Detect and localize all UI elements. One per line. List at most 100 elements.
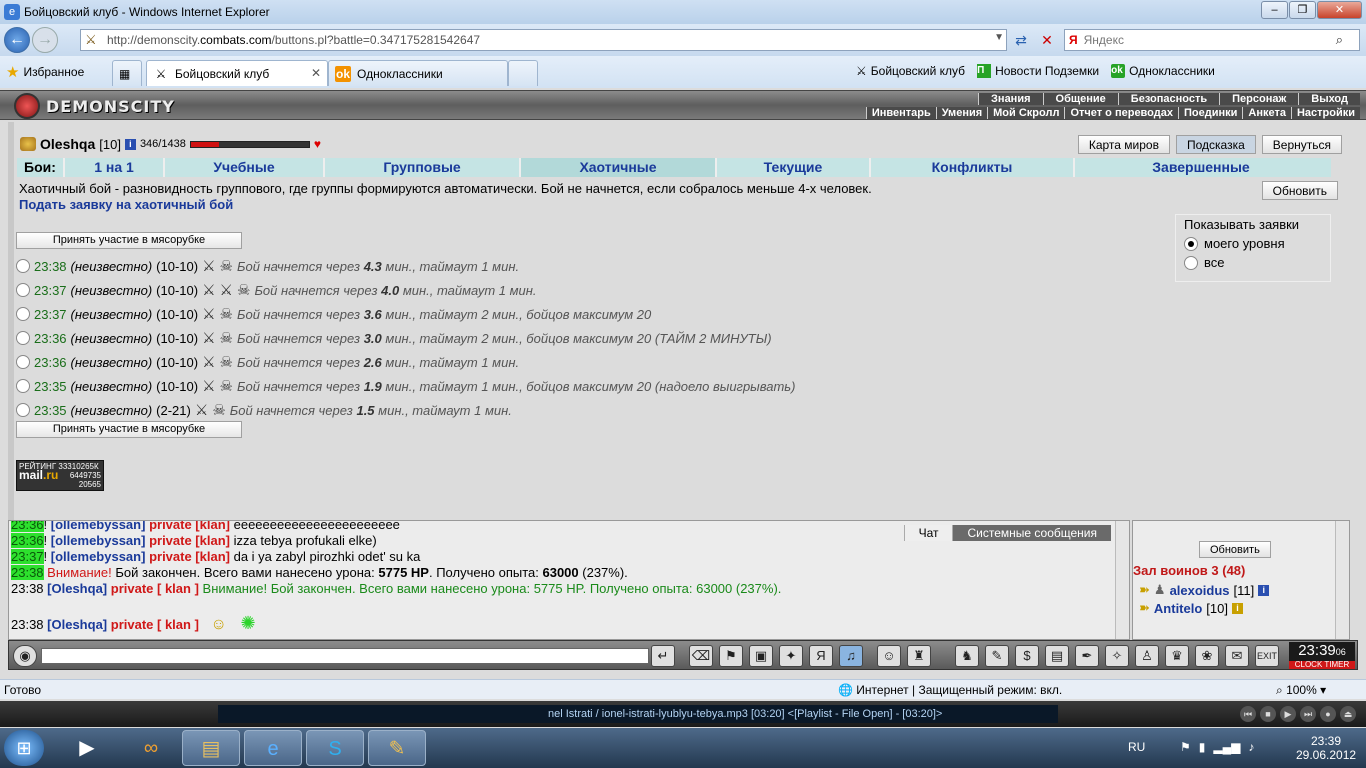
stop-icon[interactable]: ✕ bbox=[1036, 29, 1058, 51]
tab-fight-club[interactable]: ⚔ Бойцовский клуб ✕ bbox=[146, 60, 328, 86]
internet-explorer-icon[interactable]: e bbox=[244, 730, 302, 766]
battery-icon[interactable]: ▮ bbox=[1199, 740, 1206, 754]
chat-nick[interactable]: [ollemebyssan] bbox=[51, 533, 146, 548]
fight-row[interactable]: 23:36 (неизвестно) (10-10) ⚔ ☠ Бой начнет… bbox=[16, 326, 795, 350]
mailru-counter[interactable]: РЕЙТИНГ 33310265К mail.ru 6449735 20565 bbox=[16, 460, 104, 491]
chat-mode-icon[interactable]: ◉ bbox=[13, 645, 37, 667]
option-my-level[interactable]: моего уровня bbox=[1184, 236, 1322, 251]
chat-private[interactable]: private [klan] bbox=[149, 521, 230, 532]
chat-time[interactable]: 23:38 bbox=[11, 565, 44, 580]
play-icon[interactable]: ▶ bbox=[1280, 706, 1296, 722]
info-icon[interactable]: i bbox=[1258, 584, 1270, 596]
chat-nick[interactable]: [Oleshqa] bbox=[47, 617, 107, 632]
new-tab-button[interactable] bbox=[508, 60, 538, 86]
fight-radio[interactable] bbox=[16, 379, 30, 393]
chest-icon[interactable]: ▤ bbox=[1045, 645, 1069, 667]
guard-icon[interactable]: ♙ bbox=[1135, 645, 1159, 667]
private-message-icon[interactable]: ➽ bbox=[1139, 582, 1150, 598]
network-icon[interactable]: ▂▄▆ bbox=[1213, 740, 1240, 754]
menu-skills[interactable]: Умения bbox=[935, 107, 988, 119]
helmet-icon[interactable]: ♜ bbox=[907, 645, 931, 667]
tab-conflicts[interactable]: Конфликты bbox=[871, 158, 1075, 177]
eject-icon[interactable]: ⏏ bbox=[1340, 706, 1356, 722]
smiles-icon[interactable]: ☺ bbox=[877, 645, 901, 667]
record-icon[interactable]: ● bbox=[1320, 706, 1336, 722]
tab-finished[interactable]: Завершенные bbox=[1075, 158, 1327, 177]
quick-tabs-button[interactable]: ▦ bbox=[112, 60, 142, 86]
language-indicator[interactable]: RU bbox=[1128, 740, 1145, 754]
chat-private[interactable]: private [klan] bbox=[149, 549, 230, 564]
exit-icon[interactable]: EXIT bbox=[1255, 645, 1279, 667]
scroll-icon[interactable]: ✎ bbox=[985, 645, 1009, 667]
user-nick[interactable]: Antitelo bbox=[1154, 601, 1202, 616]
chat-time[interactable]: 23:37 bbox=[11, 549, 44, 564]
fight-row[interactable]: 23:37 (неизвестно) (10-10) ⚔ ⚔ ☠ Бой начне… bbox=[16, 278, 795, 302]
close-window-button[interactable]: ✕ bbox=[1317, 1, 1362, 19]
tab-group[interactable]: Групповые bbox=[325, 158, 521, 177]
online-scrollbar[interactable] bbox=[1335, 521, 1349, 639]
menu-character[interactable]: Персонаж bbox=[1219, 93, 1299, 105]
radio-my-level[interactable] bbox=[1184, 236, 1198, 251]
prev-icon[interactable]: ⏮ bbox=[1240, 706, 1256, 722]
fight-row[interactable]: 23:38 (неизвестно) (10-10) ⚔ ☠ Бой начнет… bbox=[16, 254, 795, 278]
next-icon[interactable]: ⏭ bbox=[1300, 706, 1316, 722]
chat-time[interactable]: 23:36 bbox=[11, 521, 44, 532]
clock-timer[interactable]: 23:3906 CLOCK TIMER bbox=[1289, 642, 1355, 669]
tab-chaotic[interactable]: Хаотичные bbox=[521, 158, 717, 177]
fight-radio[interactable] bbox=[16, 403, 30, 417]
magic-icon[interactable]: ✧ bbox=[1105, 645, 1129, 667]
search-icon[interactable]: ⌕ bbox=[1336, 32, 1343, 48]
menu-communication[interactable]: Общение bbox=[1042, 93, 1118, 105]
user-nick[interactable]: alexoidus bbox=[1170, 583, 1230, 598]
tab-odnoklassniki[interactable]: ok Одноклассники bbox=[328, 60, 508, 86]
maximize-button[interactable]: ❐ bbox=[1289, 1, 1316, 19]
fight-row[interactable]: 23:37 (неизвестно) (10-10) ⚔ ☠ Бой начнет… bbox=[16, 302, 795, 326]
filter-icon[interactable]: ⚑ bbox=[719, 645, 743, 667]
quill-icon[interactable]: ✒ bbox=[1075, 645, 1099, 667]
online-user[interactable]: ➽ ♟ alexoidus [11] i bbox=[1139, 582, 1270, 598]
start-button[interactable]: ⊞ bbox=[4, 730, 44, 766]
option-all[interactable]: все bbox=[1184, 255, 1322, 270]
close-tab-icon[interactable]: ✕ bbox=[311, 66, 321, 80]
music-icon[interactable]: ♫ bbox=[839, 645, 863, 667]
menu-inventory[interactable]: Инвентарь bbox=[865, 107, 936, 119]
fight-radio[interactable] bbox=[16, 259, 30, 273]
chat-nick[interactable]: [Oleshqa] bbox=[47, 581, 107, 596]
money-bag-icon[interactable]: $ bbox=[1015, 645, 1039, 667]
tab-training[interactable]: Учебные bbox=[165, 158, 325, 177]
link-fight-club[interactable]: ⚔ Бойцовский клуб bbox=[856, 64, 965, 78]
fight-row[interactable]: 23:35 (неизвестно) (2-21) ⚔ ☠ Бой начнетс… bbox=[16, 398, 795, 422]
forward-button[interactable]: → bbox=[32, 27, 58, 53]
compatibility-icon[interactable]: ⇄ bbox=[1010, 29, 1032, 51]
paint-icon[interactable]: ✎ bbox=[368, 730, 426, 766]
chat-private[interactable]: private [klan] bbox=[149, 533, 230, 548]
fight-radio[interactable] bbox=[16, 307, 30, 321]
chat-scrollbar[interactable] bbox=[1115, 521, 1129, 639]
translit-icon[interactable]: Я bbox=[809, 645, 833, 667]
online-refresh-button[interactable]: Обновить bbox=[1199, 541, 1271, 558]
info-icon[interactable]: i bbox=[1231, 602, 1243, 614]
private-message-icon[interactable]: ➽ bbox=[1139, 600, 1150, 616]
stop-icon[interactable]: ■ bbox=[1260, 706, 1276, 722]
chat-nick[interactable]: [ollemebyssan] bbox=[51, 521, 146, 532]
address-bar[interactable]: ⚔ http://demonscity. combats.com/buttons.… bbox=[80, 29, 1007, 51]
chat-private[interactable]: private [ klan ] bbox=[111, 581, 199, 596]
send-icon[interactable]: ↵ bbox=[651, 645, 675, 667]
mail-icon[interactable]: ✉ bbox=[1225, 645, 1249, 667]
address-dropdown-icon[interactable]: ▼ bbox=[994, 32, 1004, 43]
skype-icon[interactable]: S bbox=[306, 730, 364, 766]
volume-icon[interactable]: ♪ bbox=[1248, 740, 1254, 754]
menu-security[interactable]: Безопасность bbox=[1117, 93, 1220, 105]
clan-icon[interactable]: ♛ bbox=[1165, 645, 1189, 667]
clear-icon[interactable]: ⌫ bbox=[689, 645, 713, 667]
hint-button[interactable]: Подсказка bbox=[1175, 135, 1256, 154]
search-input[interactable]: Я Яндекс ⌕ bbox=[1064, 29, 1360, 51]
tab-system-messages[interactable]: Системные сообщения bbox=[952, 525, 1111, 541]
spring-app-icon[interactable]: ∞ bbox=[122, 730, 180, 766]
link-odnoklassniki[interactable]: ok Одноклассники bbox=[1111, 64, 1215, 78]
menu-profile[interactable]: Анкета bbox=[1242, 107, 1291, 119]
join-button-bottom[interactable]: Принять участие в мясорубке bbox=[16, 421, 242, 438]
fight-row[interactable]: 23:36 (неизвестно) (10-10) ⚔ ☠ Бой начнет… bbox=[16, 350, 795, 374]
return-button[interactable]: Вернуться bbox=[1261, 135, 1342, 154]
chat-time[interactable]: 23:38 bbox=[11, 581, 44, 596]
